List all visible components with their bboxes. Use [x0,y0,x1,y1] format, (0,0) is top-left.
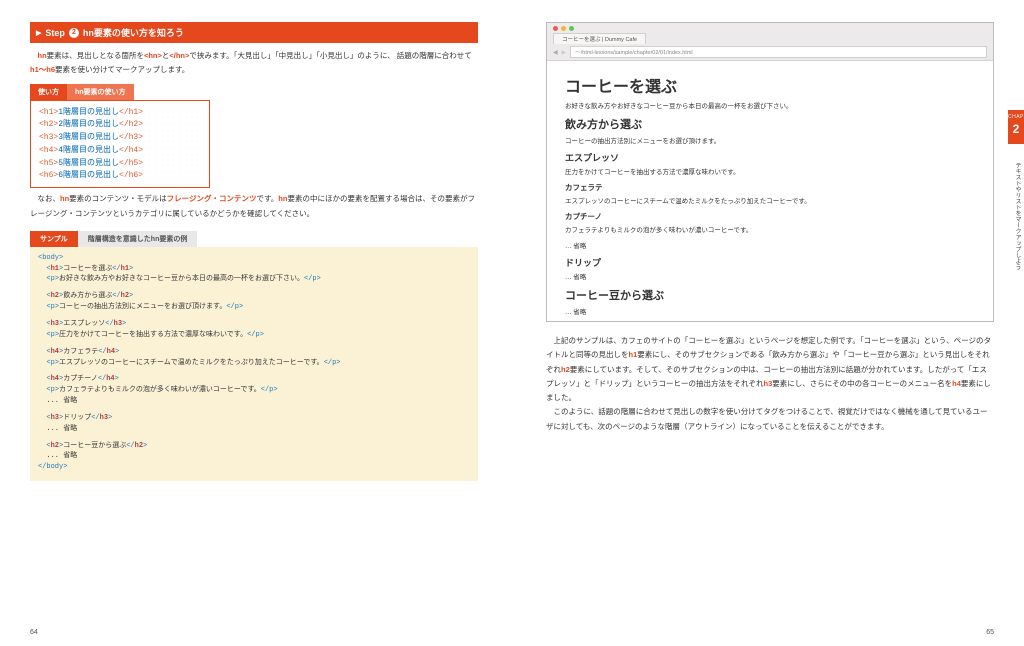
usage-box: 使い方 hn要素の使い方 <h1>1階層目の見出し</h1><h2>2階層目の見… [30,84,478,189]
browser-window: コーヒーを選ぶ | Dummy Cafe ◀ ▶ ～/html-lessons/… [546,22,994,322]
code-line: <h2>コーヒー豆から選ぶ</h2> [38,441,470,452]
browser-tab-strip: コーヒーを選ぶ | Dummy Cafe [553,33,987,44]
preview-omit: … 省略 [565,240,975,250]
preview-h3: エスプレッソ [565,151,975,164]
code-line: <h2>飲み方から選ぶ</h2> [38,291,470,302]
code-line: </body> [38,462,470,473]
page-left: ▶ Step 2 hn要素の使い方を知ろう hn要素は、見出しとなる箇所を<hn… [0,0,512,646]
preview-h4: カフェラテ [565,182,975,193]
usage-tabs: 使い方 hn要素の使い方 [30,84,478,100]
preview-h2: 飲み方から選ぶ [565,116,975,132]
preview-p: お好きな飲み方やお好きなコーヒー豆から本日の最高の一杯をお選び下さい。 [565,100,975,110]
usage-row: <h4>4階層目の見出し</h4> [39,145,201,158]
usage-content: <h1>1階層目の見出し</h1><h2>2階層目の見出し</h2><h3>3階… [30,100,210,189]
usage-tab-2: hn要素の使い方 [67,84,134,100]
minimize-icon [561,26,566,31]
browser-body: コーヒーを選ぶ お好きな飲み方やお好きなコーヒー豆から本日の最高の一杯をお選び下… [547,61,993,321]
preview-omit: … 省略 [565,271,975,281]
step-heading: ▶ Step 2 hn要素の使い方を知ろう [30,22,478,43]
code-line: <h4>カプチーノ</h4> [38,374,470,385]
nav-forward-icon: ▶ [562,49,567,56]
chapter-side-tab: CHAPTER 2 [1008,110,1024,144]
traffic-lights [553,26,987,31]
browser-tab: コーヒーを選ぶ | Dummy Cafe [553,33,646,44]
close-icon [553,26,558,31]
preview-h4: カプチーノ [565,211,975,222]
sample-tab-active: サンプル [30,231,78,247]
chapter-label: CHAPTER [1008,114,1024,120]
sample-tabs: サンプル 階層構造を意識したhn要素の例 [30,231,478,247]
usage-row: <h3>3階層目の見出し</h3> [39,132,201,145]
code-line: ... 省略 [38,451,470,462]
page-right: コーヒーを選ぶ | Dummy Cafe ◀ ▶ ～/html-lessons/… [512,0,1024,646]
preview-h2: コーヒー豆から選ぶ [565,287,975,303]
usage-row: <h2>2階層目の見出し</h2> [39,119,201,132]
code-line: <p>エスプレッソのコーヒーにスチームで温めたミルクをたっぷり加えたコーヒーです… [38,358,470,369]
sample-code: <body> <h1>コーヒーを選ぶ</h1> <p>お好きな飲み方やお好きなコ… [30,247,478,481]
preview-p: コーヒーの抽出方法別にメニューをお選び頂けます。 [565,135,975,145]
code-line: <p>圧力をかけてコーヒーを抽出する方法で濃厚な味わいです。</p> [38,330,470,341]
code-line: <p>お好きな飲み方やお好きなコーヒー豆から本日の最高の一杯をお選び下さい。</… [38,274,470,285]
code-line: ... 省略 [38,424,470,435]
usage-tab-1: 使い方 [30,84,67,100]
step-number-circle: 2 [69,28,79,38]
code-line: <p>カフェラテよりもミルクの泡が多く味わいが濃いコーヒーです。</p> [38,385,470,396]
preview-h3: ドリップ [565,256,975,269]
browser-url-bar: ◀ ▶ ～/html-lessons/sample/chapter02/01/i… [553,46,987,58]
page-number-left: 64 [30,629,38,636]
usage-row: <h1>1階層目の見出し</h1> [39,107,201,120]
step-prefix: Step [45,28,65,38]
triangle-icon: ▶ [36,29,41,37]
code-line: ... 省略 [38,396,470,407]
sample-tab-inactive: 階層構造を意識したhn要素の例 [78,231,198,247]
preview-p: カフェラテよりもミルクの泡が多く味わいが濃いコーヒーです。 [565,224,975,234]
usage-row: <h5>5階層目の見出し</h5> [39,158,201,171]
usage-row: <h6>6階層目の見出し</h6> [39,170,201,183]
code-line: <h4>カフェラテ</h4> [38,347,470,358]
preview-omit: … 省略 [565,306,975,316]
chapter-side-label: テキストやリストをマークアップしよう [1013,162,1022,270]
preview-h1: コーヒーを選ぶ [565,73,975,97]
maximize-icon [569,26,574,31]
preview-p: 圧力をかけてコーヒーを抽出する方法で濃厚な味わいです。 [565,166,975,176]
nav-back-icon: ◀ [553,49,558,56]
code-line: <p>コーヒーの抽出方法別にメニューをお選び頂けます。</p> [38,302,470,313]
code-line: <body> [38,253,470,264]
code-line: <h3>エスプレッソ</h3> [38,319,470,330]
intro-paragraph: hn要素は、見出しとなる箇所を<hn>と</hn>で挟みます。「大見出し」「中見… [30,49,478,78]
page-number-right: 65 [986,629,994,636]
step-title: hn要素の使い方を知ろう [83,26,184,39]
code-line: <h3>ドリップ</h3> [38,413,470,424]
browser-url: ～/html-lessons/sample/chapter02/01/index… [570,46,987,58]
chapter-number: 2 [1008,122,1024,136]
code-line: <h1>コーヒーを選ぶ</h1> [38,264,470,275]
preview-p: エスプレッソのコーヒーにスチームで温めたミルクをたっぷり加えたコーヒーです。 [565,195,975,205]
note-paragraph: なお、hn要素のコンテンツ・モデルはフレージング・コンテンツです。hn要素の中に… [30,192,478,221]
explanation: 上記のサンプルは、カフェのサイトの「コーヒーを選ぶ」というページを想定した例です… [546,334,994,434]
browser-chrome: コーヒーを選ぶ | Dummy Cafe ◀ ▶ ～/html-lessons/… [547,23,993,61]
